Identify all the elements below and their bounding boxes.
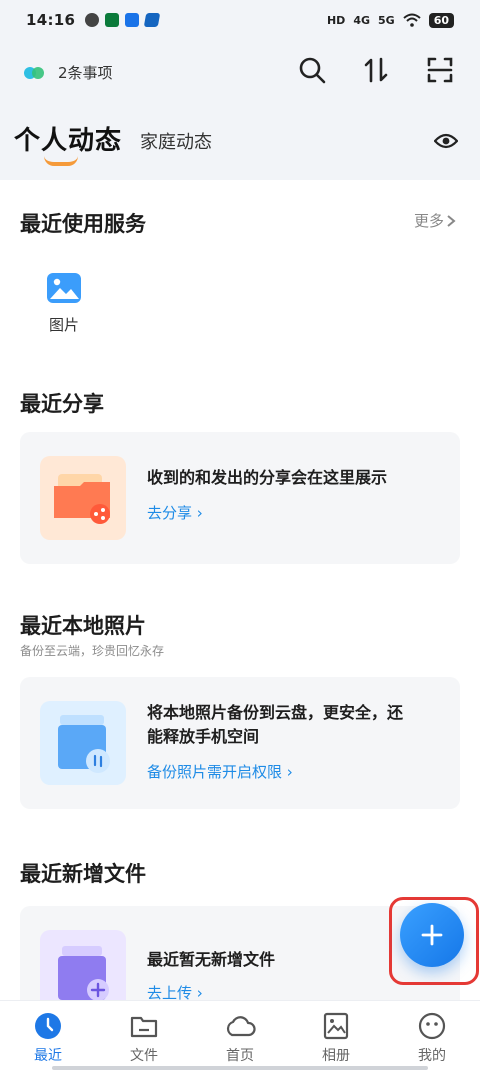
add-button[interactable] bbox=[400, 903, 464, 967]
eye-icon[interactable] bbox=[434, 132, 458, 150]
backup-card-line2: 能释放手机空间 bbox=[147, 727, 260, 746]
nav-label: 相册 bbox=[322, 1048, 350, 1064]
plus-icon bbox=[421, 924, 443, 946]
network-4g: 4G bbox=[353, 13, 370, 27]
main-content[interactable]: 最近使用服务 更多 图片 最近分享 收到的和发出的分享会在这里展示 去分享 › … bbox=[0, 180, 480, 1000]
notification-icon bbox=[105, 13, 120, 27]
network-5g: 5G bbox=[378, 13, 395, 27]
status-system-icons: HD 4G 5G 60 bbox=[326, 12, 454, 28]
tab-family[interactable]: 家庭动态 bbox=[140, 128, 212, 154]
nav-label: 最近 bbox=[34, 1048, 62, 1064]
backup-box-icon bbox=[40, 701, 126, 785]
share-card-text: 收到的和发出的分享会在这里展示 bbox=[147, 468, 388, 487]
smiley-icon bbox=[418, 1012, 446, 1040]
image-icon bbox=[47, 273, 81, 303]
backup-card-line1: 将本地照片备份到云盘，更安全，还 bbox=[147, 703, 404, 722]
service-label: 图片 bbox=[48, 316, 79, 334]
share-card[interactable]: 收到的和发出的分享会在这里展示 去分享 › bbox=[20, 432, 460, 564]
notification-icon bbox=[144, 13, 161, 27]
wifi-icon bbox=[403, 13, 421, 27]
tab-active-indicator bbox=[44, 156, 78, 166]
status-time: 14:16 bbox=[26, 11, 76, 29]
nav-item-home[interactable]: 首页 bbox=[192, 1001, 288, 1070]
section-title-recent-services: 最近使用服务 bbox=[20, 212, 146, 236]
local-photos-subtitle: 备份至云端，珍贵回忆永存 bbox=[20, 644, 165, 658]
todo-entry[interactable]: 2条事项 bbox=[22, 62, 113, 83]
new-files-icon bbox=[40, 930, 126, 1000]
bottom-nav: 最近 文件 首页 相册 我的 bbox=[0, 1000, 480, 1070]
more-link[interactable]: 更多 bbox=[414, 210, 456, 231]
battery-indicator: 60 bbox=[428, 12, 454, 28]
notification-icon bbox=[85, 13, 100, 27]
go-upload-link[interactable]: 去上传 › bbox=[147, 982, 203, 1000]
chevron-right-icon bbox=[447, 214, 456, 227]
section-title-recent-local-photos: 最近本地照片 bbox=[20, 614, 146, 638]
section-title-recent-share: 最近分享 bbox=[20, 392, 104, 416]
backup-permission-link[interactable]: 备份照片需开启权限 › bbox=[147, 761, 293, 782]
cloud-icon bbox=[226, 1016, 256, 1037]
nav-item-recent[interactable]: 最近 bbox=[0, 1001, 96, 1070]
album-icon bbox=[323, 1012, 349, 1040]
status-bar: 14:16 HD 4G 5G 60 bbox=[0, 0, 480, 40]
top-bar: 2条事项 bbox=[0, 40, 480, 106]
nav-label: 我的 bbox=[418, 1048, 446, 1064]
nav-item-me[interactable]: 我的 bbox=[384, 1001, 480, 1070]
network-hd: HD bbox=[326, 13, 346, 27]
clock-icon bbox=[35, 1013, 61, 1039]
status-notification-icons bbox=[85, 13, 161, 27]
backup-card[interactable]: 将本地照片备份到云盘，更安全，还 能释放手机空间 备份照片需开启权限 › bbox=[20, 677, 460, 809]
folder-icon bbox=[130, 1016, 158, 1038]
scan-icon[interactable] bbox=[426, 56, 454, 84]
feed-tabs: 个人动态 家庭动态 bbox=[0, 106, 480, 180]
nav-item-files[interactable]: 文件 bbox=[96, 1001, 192, 1070]
notification-icon bbox=[125, 13, 140, 27]
nav-label: 文件 bbox=[130, 1048, 158, 1064]
service-item-image[interactable]: 图片 bbox=[40, 272, 88, 335]
top-actions bbox=[298, 56, 454, 84]
todo-label: 2条事项 bbox=[58, 64, 113, 82]
nav-item-album[interactable]: 相册 bbox=[288, 1001, 384, 1070]
todo-dots-icon bbox=[22, 66, 50, 80]
home-indicator bbox=[52, 1066, 428, 1070]
section-title-recent-new-files: 最近新增文件 bbox=[20, 862, 146, 886]
new-files-card-text: 最近暂无新增文件 bbox=[147, 950, 276, 969]
search-icon[interactable] bbox=[298, 56, 326, 84]
nav-label: 首页 bbox=[226, 1048, 254, 1064]
tab-personal[interactable]: 个人动态 bbox=[14, 120, 122, 157]
sort-icon[interactable] bbox=[362, 56, 390, 84]
share-folder-icon bbox=[40, 456, 126, 540]
go-share-link[interactable]: 去分享 › bbox=[147, 502, 203, 523]
